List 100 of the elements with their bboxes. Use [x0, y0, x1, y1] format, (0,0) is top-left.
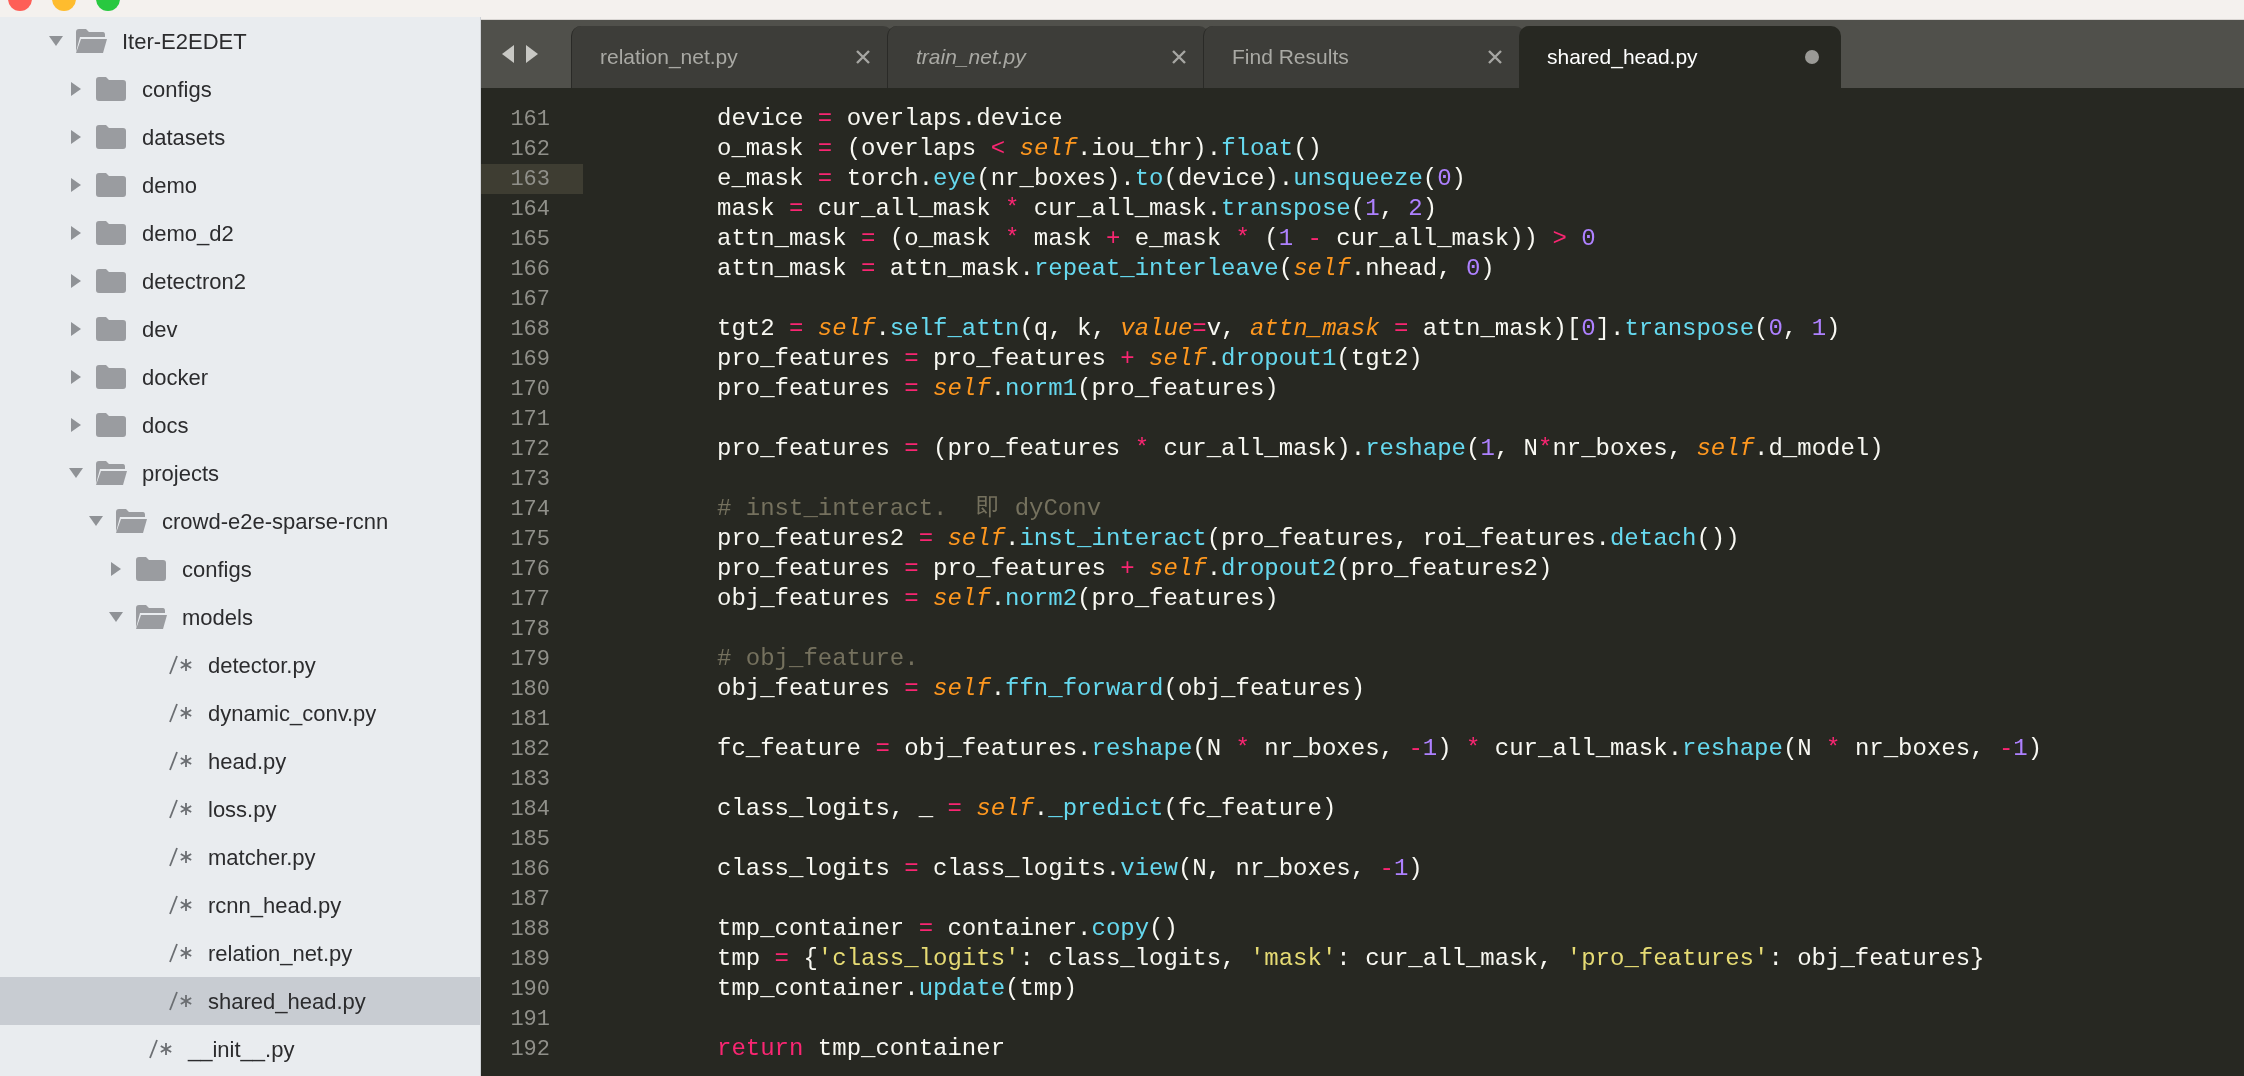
code-line: tmp_container.update(tmp) [717, 974, 1078, 1004]
item-label: detectron2 [142, 267, 246, 296]
code-line: class_logits = class_logits.view(N, nr_boxes, -1) [717, 854, 1423, 884]
line-number: 177 [510, 585, 550, 614]
sidebar-item[interactable]: detectron2 [0, 257, 480, 305]
caret-right-icon[interactable] [70, 417, 82, 433]
sidebar-item[interactable]: Iter-E2EDET [0, 17, 480, 65]
folder-icon [94, 268, 128, 294]
sidebar-item[interactable]: __init__.py [0, 1025, 480, 1073]
folder-icon [94, 172, 128, 198]
caret-down-icon[interactable] [48, 35, 64, 47]
sidebar-item[interactable]: relation_net.py [0, 929, 480, 977]
line-number: 179 [510, 645, 550, 674]
sidebar-item[interactable]: loss.py [0, 785, 480, 833]
line-number: 188 [510, 915, 550, 944]
line-number: 175 [510, 525, 550, 554]
unsaved-dot-icon [1805, 50, 1819, 64]
close-icon[interactable] [1487, 49, 1503, 65]
line-number: 174 [510, 495, 550, 524]
sidebar-item[interactable]: dynamic_conv.py [0, 689, 480, 737]
code-line: device = overlaps.device [717, 104, 1063, 134]
code-line: tmp_container = container.copy() [717, 914, 1178, 944]
sidebar-item[interactable]: rcnn_head.py [0, 881, 480, 929]
item-label: dynamic_conv.py [208, 699, 377, 728]
folder-icon [114, 508, 148, 534]
line-number: 164 [510, 195, 550, 224]
code-line: mask = cur_all_mask * cur_all_mask.transpose(1, 2) [717, 194, 1438, 224]
caret-right-icon[interactable] [70, 129, 82, 145]
caret-right-icon[interactable] [70, 177, 82, 193]
folder-icon [94, 460, 128, 486]
folder-icon [74, 28, 108, 54]
line-number: 170 [510, 375, 550, 404]
sidebar-item[interactable]: demo [0, 161, 480, 209]
line-number: 186 [510, 855, 550, 884]
code-line: o_mask = (overlaps < self.iou_thr).float() [717, 134, 1322, 164]
sidebar-item[interactable]: configs [0, 545, 480, 593]
line-number: 183 [510, 765, 550, 794]
line-number: 169 [510, 345, 550, 374]
back-arrow-icon[interactable] [501, 44, 515, 64]
line-number: 185 [510, 825, 550, 854]
line-number: 163 [510, 165, 550, 194]
file-icon [168, 943, 194, 963]
tab-label: shared_head.py [1547, 44, 1698, 71]
caret-down-icon[interactable] [108, 611, 124, 623]
item-label: dev [142, 315, 178, 344]
sidebar-item[interactable]: models [0, 593, 480, 641]
code-line: pro_features = self.norm1(pro_features) [717, 374, 1279, 404]
sidebar-item[interactable]: matcher.py [0, 833, 480, 881]
code-line: obj_features = self.ffn_forward(obj_features) [717, 674, 1366, 704]
sidebar-item[interactable]: docs [0, 401, 480, 449]
item-label: datasets [142, 123, 226, 152]
line-number: 165 [510, 225, 550, 254]
code-line: attn_mask = (o_mask * mask + e_mask * (1 - cur_all_mask)) > 0 [717, 224, 1596, 254]
sidebar-item[interactable]: crowd-e2e-sparse-rcnn [0, 497, 480, 545]
editor-tab[interactable]: shared_head.py [1519, 26, 1841, 88]
code-line: tmp = {'class_logits': class_logits, 'mask': cur_all_mask, 'pro_features': obj_features} [717, 944, 1985, 974]
file-icon [168, 751, 194, 771]
item-label: matcher.py [208, 843, 316, 872]
line-number: 191 [510, 1005, 550, 1034]
sidebar-item[interactable]: projects [0, 449, 480, 497]
caret-right-icon[interactable] [70, 321, 82, 337]
sidebar-item[interactable]: shared_head.py [0, 977, 480, 1025]
sidebar-item[interactable]: head.py [0, 737, 480, 785]
line-number: 176 [510, 555, 550, 584]
sidebar-item[interactable]: detector.py [0, 641, 480, 689]
caret-right-icon[interactable] [70, 369, 82, 385]
file-icon [168, 655, 194, 675]
close-icon[interactable] [1171, 49, 1187, 65]
line-number: 187 [510, 885, 550, 914]
caret-right-icon[interactable] [70, 81, 82, 97]
item-label: Iter-E2EDET [122, 27, 247, 56]
folder-icon [94, 412, 128, 438]
code-line: e_mask = torch.eye(nr_boxes).to(device).unsqueeze(0) [717, 164, 1466, 194]
forward-arrow-icon[interactable] [525, 44, 539, 64]
code-line: pro_features = pro_features + self.dropout1(tgt2) [717, 344, 1423, 374]
caret-right-icon[interactable] [70, 225, 82, 241]
caret-down-icon[interactable] [68, 467, 84, 479]
item-label: head.py [208, 747, 287, 776]
tab-label: train_net.py [916, 44, 1026, 71]
sidebar-item[interactable]: datasets [0, 113, 480, 161]
code-line: return tmp_container [717, 1034, 1006, 1064]
line-number: 180 [510, 675, 550, 704]
file-icon [168, 895, 194, 915]
sidebar-item[interactable]: dev [0, 305, 480, 353]
folder-icon [94, 316, 128, 342]
caret-down-icon[interactable] [88, 515, 104, 527]
line-number: 181 [510, 705, 550, 734]
item-label: rcnn_head.py [208, 891, 342, 920]
sidebar-item[interactable]: docker [0, 353, 480, 401]
item-label: shared_head.py [208, 987, 366, 1016]
code-line: pro_features = pro_features + self.dropout2(pro_features2) [717, 554, 1553, 584]
sidebar-item[interactable]: configs [0, 65, 480, 113]
sidebar-item[interactable]: demo_d2 [0, 209, 480, 257]
code-line: pro_features = (pro_features * cur_all_mask).reshape(1, N*nr_boxes, self.d_model) [717, 434, 1884, 464]
line-number: 172 [510, 435, 550, 464]
close-icon[interactable] [855, 49, 871, 65]
caret-right-icon[interactable] [110, 561, 122, 577]
caret-right-icon[interactable] [70, 273, 82, 289]
line-number: 182 [510, 735, 550, 764]
code-line: tgt2 = self.self_attn(q, k, value=v, attn_mask = attn_mask)[0].transpose(0, 1) [717, 314, 1841, 344]
